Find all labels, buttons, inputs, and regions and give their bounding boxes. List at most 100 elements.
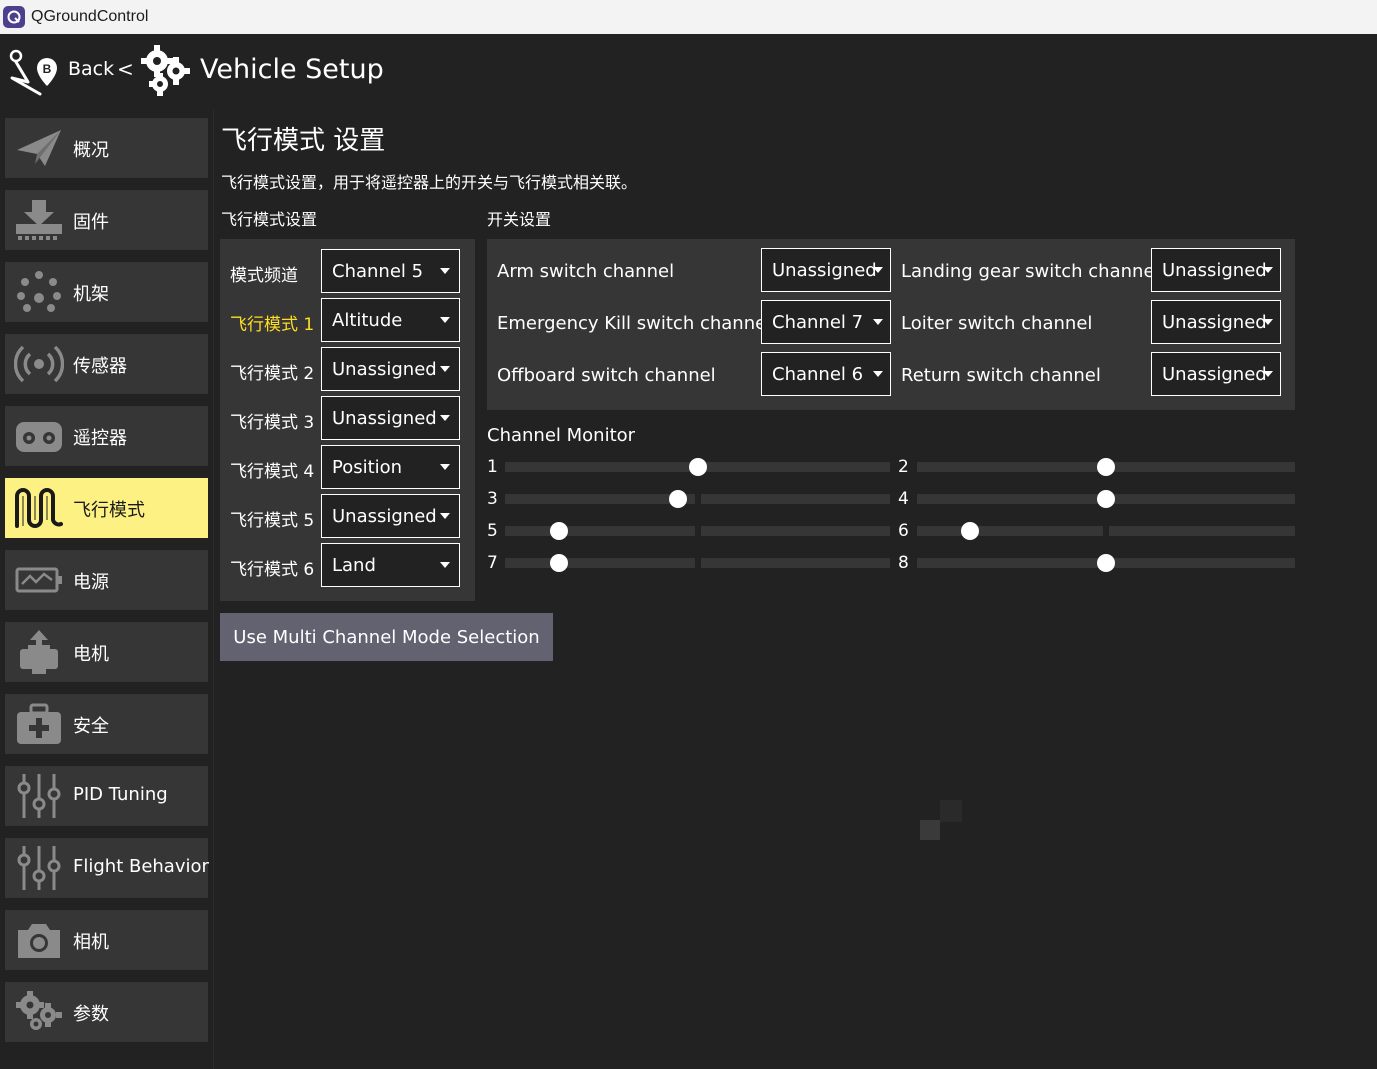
channel-track (700, 494, 890, 504)
flight-mode-3-combo[interactable]: Unassigned (321, 396, 460, 440)
arm-switch-label: Arm switch channel (497, 261, 675, 282)
chevron-down-icon (1263, 267, 1273, 273)
chevron-down-icon (1263, 319, 1273, 325)
channel-number-label: 6 (898, 521, 909, 541)
download-firmware-icon (13, 196, 65, 244)
channel-track (700, 462, 890, 472)
flight-mode-1-combo[interactable]: Altitude (321, 298, 460, 342)
channel-indicator-knob (1097, 458, 1115, 476)
channel-track (700, 558, 890, 568)
chevron-down-icon (440, 317, 450, 323)
channel-monitor-title: Channel Monitor (487, 425, 636, 446)
sidebar-item-camera[interactable]: 相机 (5, 910, 208, 970)
mode-channel-label: 模式频道 (230, 266, 298, 286)
mode-channel-row: 模式频道 Channel 5 (220, 249, 475, 293)
sidebar-item-label: PID Tuning (73, 784, 168, 805)
channel-indicator-knob (688, 458, 707, 476)
multi-channel-mode-button[interactable]: Use Multi Channel Mode Selection (220, 613, 553, 661)
sidebar-item-flight-behavior[interactable]: Flight Behavior (5, 838, 209, 898)
channel-number-label: 5 (487, 521, 498, 541)
channel-indicator-knob (549, 554, 568, 572)
sidebar-item-label: 参数 (73, 1004, 109, 1025)
combo-value: Unassigned (1162, 312, 1267, 333)
channel-indicator-knob (960, 522, 979, 540)
channel-track (917, 462, 1103, 472)
flight-mode-5-label: 飞行模式 5 (230, 511, 315, 531)
channel-track (700, 526, 890, 536)
sidebar-item-sensors[interactable]: 传感器 (5, 334, 208, 394)
sidebar-item-label: 电机 (73, 644, 109, 665)
sidebar-item-label: Flight Behavior (73, 856, 209, 877)
sidebar-item-motors[interactable]: 电机 (5, 622, 208, 682)
vehicle-setup-gears-icon (140, 42, 194, 100)
flight-mode-6-label: 飞行模式 6 (230, 560, 315, 580)
combo-value: Unassigned (332, 506, 437, 527)
channel-indicator-knob (1097, 490, 1115, 508)
channel-track (917, 526, 1103, 536)
arm-switch-combo[interactable]: Unassigned (761, 248, 891, 292)
sidebar-item-pid-tuning[interactable]: PID Tuning (5, 766, 208, 826)
combo-value: Unassigned (332, 408, 437, 429)
chevron-down-icon (440, 415, 450, 421)
flight-mode-6-row: 飞行模式 6 Land (220, 543, 475, 587)
qgc-app-icon (3, 6, 25, 28)
flight-mode-5-combo[interactable]: Unassigned (321, 494, 460, 538)
flight-mode-1-label: 飞行模式 1 (230, 315, 315, 335)
tuning-sliders-icon (13, 772, 65, 820)
flight-mode-2-combo[interactable]: Unassigned (321, 347, 460, 391)
landing-gear-switch-label: Landing gear switch channel (901, 261, 1160, 282)
back-button[interactable]: Back (68, 58, 114, 80)
sidebar-item-label: 机架 (73, 284, 109, 305)
flight-mode-4-label: 飞行模式 4 (230, 462, 315, 482)
page-description: 飞行模式设置，用于将遥控器上的开关与飞行模式相关联。 (221, 173, 638, 192)
page-title: 飞行模式 设置 (221, 126, 386, 156)
chevron-down-icon (1263, 371, 1273, 377)
flight-mode-3-row: 飞行模式 3 Unassigned (220, 396, 475, 440)
flight-mode-1-row: 飞行模式 1 Altitude (220, 298, 475, 342)
window-titlebar: QGroundControl (0, 0, 1377, 34)
back-route-icon[interactable]: B (6, 44, 60, 98)
channel-track (917, 494, 1103, 504)
sidebar-item-flight-modes[interactable]: 飞行模式 (5, 478, 208, 538)
render-artifact (940, 800, 962, 822)
channel-track (505, 526, 695, 536)
channel-track (917, 558, 1103, 568)
sidebar-item-label: 传感器 (73, 356, 127, 377)
flight-mode-6-combo[interactable]: Land (321, 543, 460, 587)
mode-channel-combo[interactable]: Channel 5 (321, 249, 460, 293)
sensor-waves-icon (13, 340, 65, 388)
page-header-title: Vehicle Setup (200, 54, 384, 85)
landing-gear-switch-combo[interactable]: Unassigned (1151, 248, 1281, 292)
sidebar-item-airframe[interactable]: 机架 (5, 262, 208, 322)
flight-mode-4-row: 飞行模式 4 Position (220, 445, 475, 489)
setup-sidebar: 概况 固件 机架 传感器 遥控器 飞行模式 电源 电机 安全 PID Tunin… (0, 110, 214, 1069)
chevron-down-icon (440, 268, 450, 274)
window-title: QGroundControl (31, 8, 149, 25)
airframe-dots-icon (13, 268, 65, 316)
channel-number-label: 3 (487, 489, 498, 509)
chevron-down-icon (873, 371, 883, 377)
remote-controller-icon (13, 412, 65, 460)
sidebar-item-firmware[interactable]: 固件 (5, 190, 208, 250)
combo-value: Unassigned (772, 260, 877, 281)
return-switch-combo[interactable]: Unassigned (1151, 352, 1281, 396)
sidebar-item-radio[interactable]: 遥控器 (5, 406, 208, 466)
channel-number-label: 7 (487, 553, 498, 573)
sidebar-item-power[interactable]: 电源 (5, 550, 208, 610)
battery-power-icon (13, 556, 65, 604)
sidebar-item-label: 固件 (73, 212, 109, 233)
sidebar-item-label: 飞行模式 (73, 500, 145, 521)
sidebar-item-label: 遥控器 (73, 428, 127, 449)
kill-switch-combo[interactable]: Channel 7 (761, 300, 891, 344)
offboard-switch-combo[interactable]: Channel 6 (761, 352, 891, 396)
loiter-switch-combo[interactable]: Unassigned (1151, 300, 1281, 344)
combo-value: Position (332, 457, 403, 478)
channel-number-label: 2 (898, 457, 909, 477)
sidebar-item-summary[interactable]: 概况 (5, 118, 208, 178)
flight-mode-panel: 模式频道 Channel 5 飞行模式 1 Altitude 飞行模式 2 Un… (220, 239, 475, 601)
safety-medkit-icon (13, 700, 65, 748)
breadcrumb-separator: < (117, 57, 134, 81)
sidebar-item-parameters[interactable]: 参数 (5, 982, 208, 1042)
flight-mode-4-combo[interactable]: Position (321, 445, 460, 489)
sidebar-item-safety[interactable]: 安全 (5, 694, 208, 754)
